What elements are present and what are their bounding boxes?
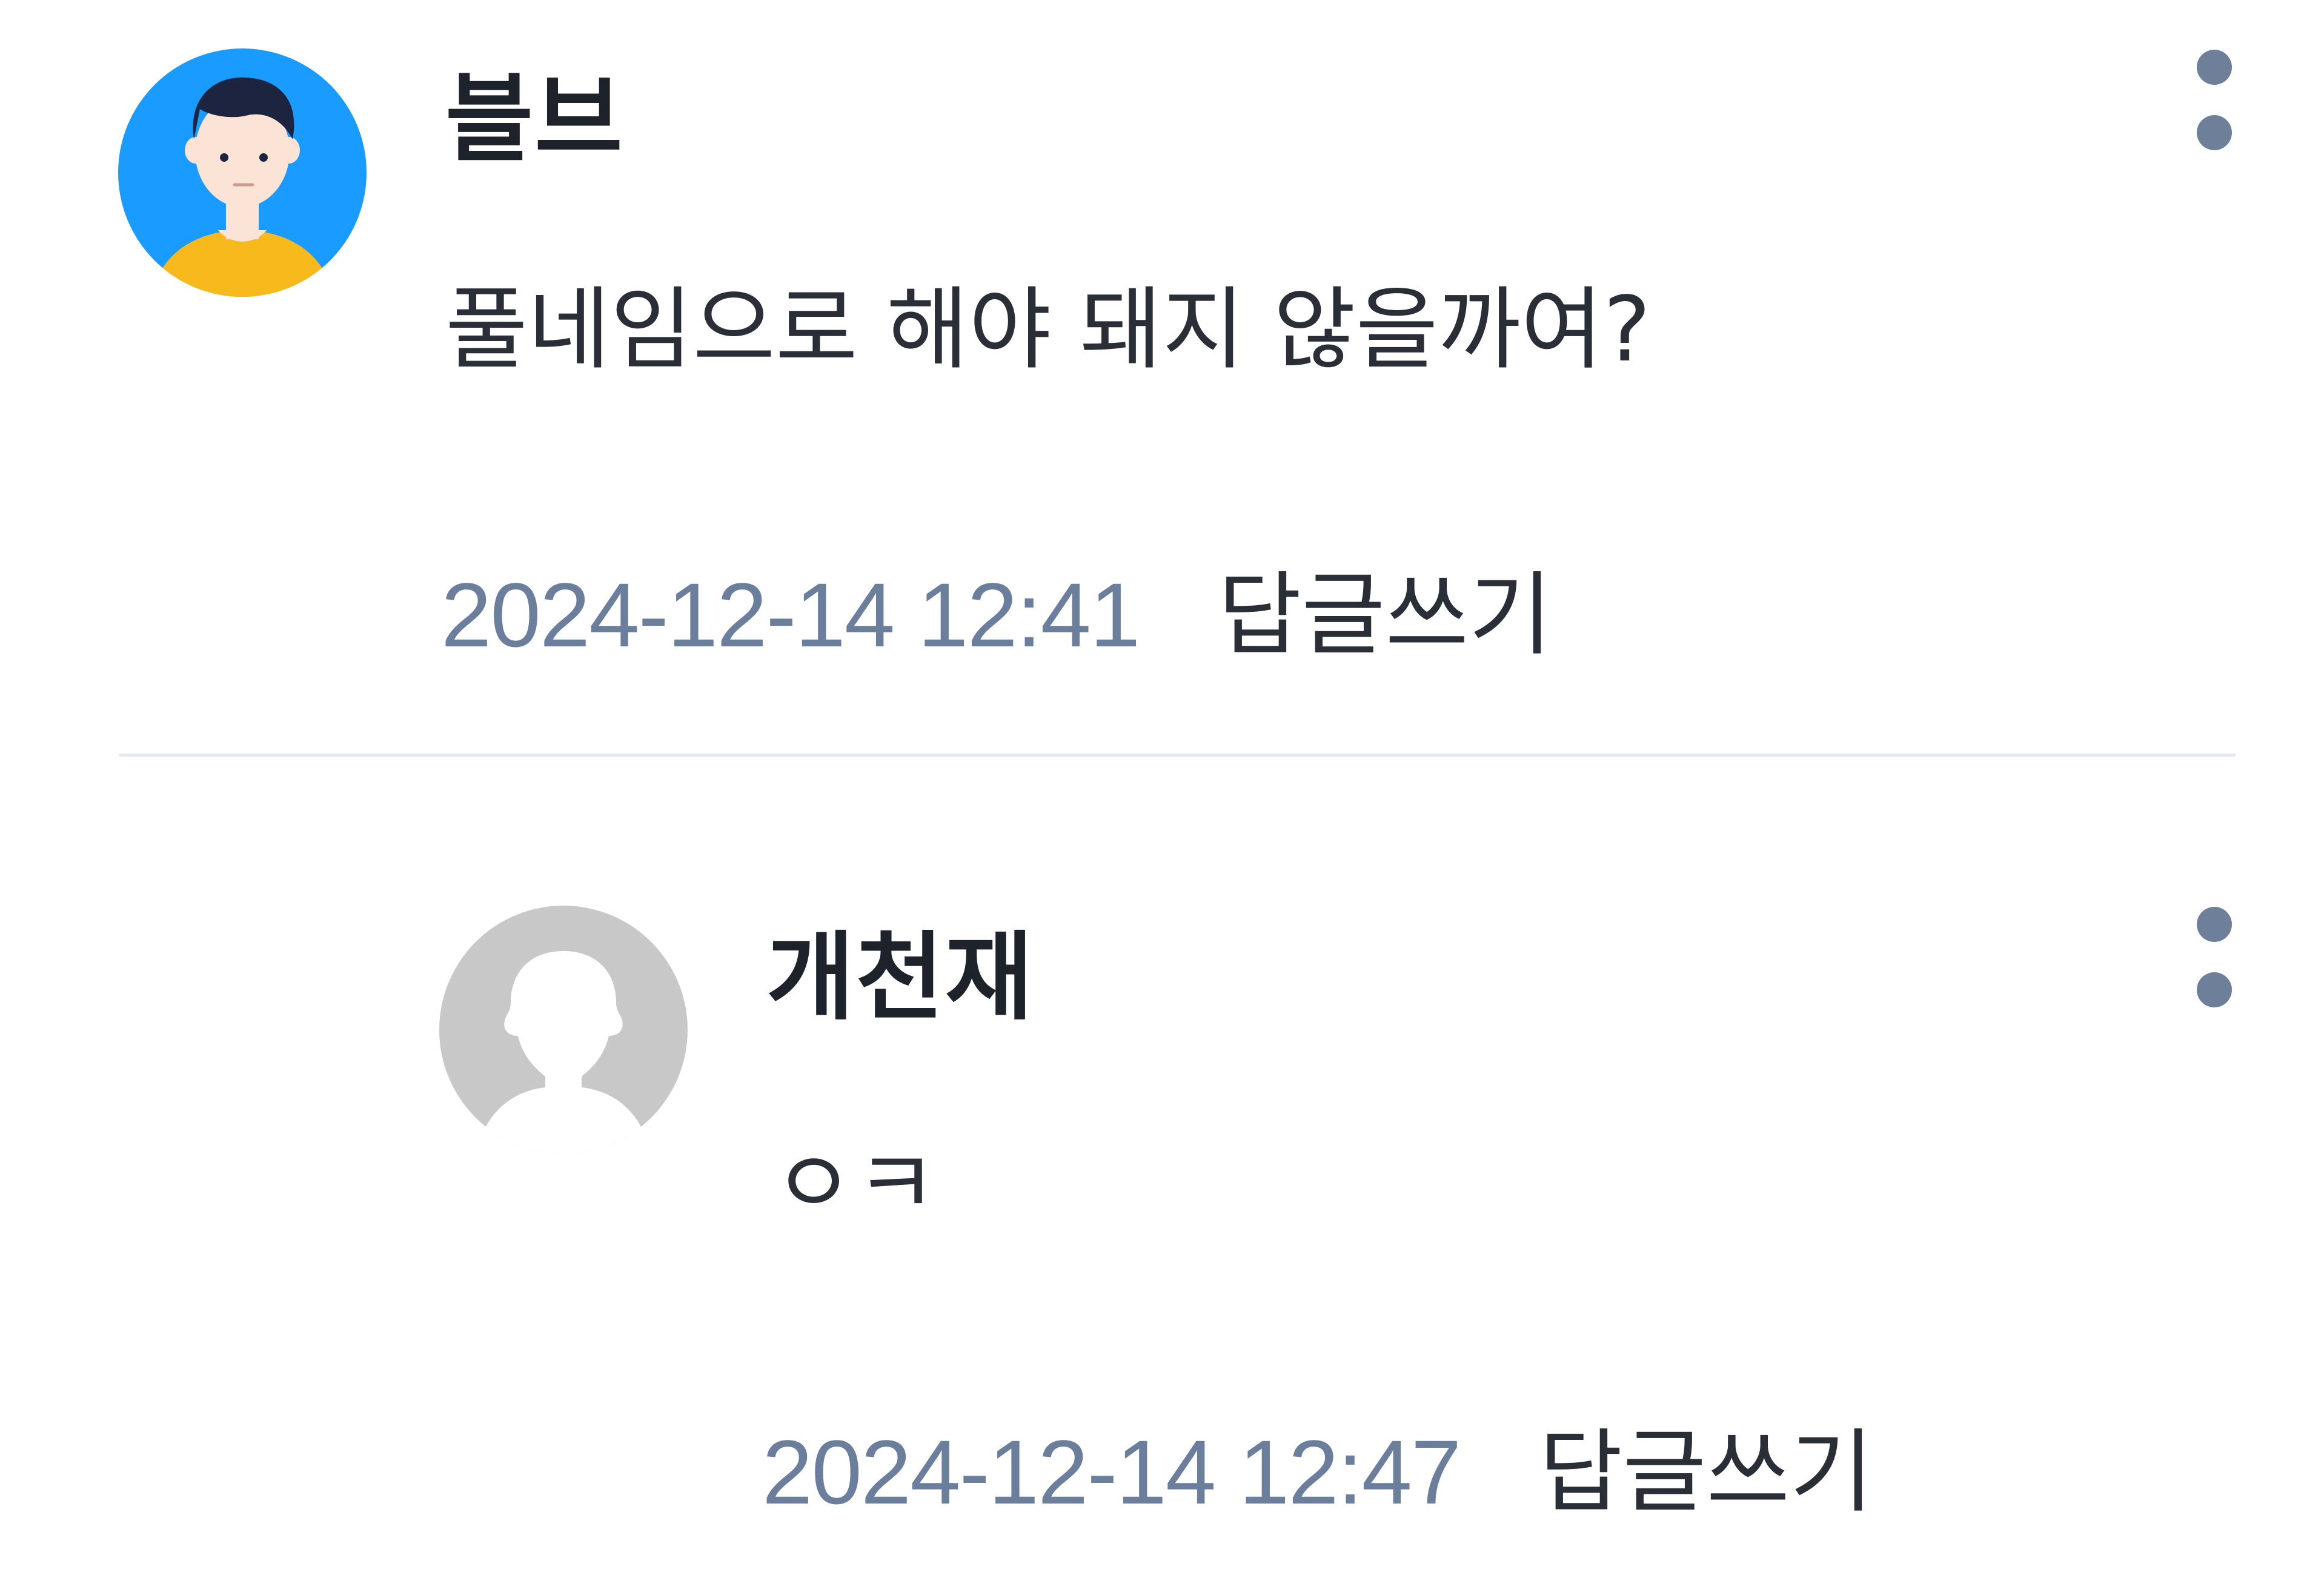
comment-timestamp: 2024-12-14 12:41	[441, 564, 1140, 666]
comment-divider	[119, 754, 2236, 757]
comment-text: ㅇㅋ	[772, 1132, 938, 1236]
comment-timestamp: 2024-12-14 12:47	[762, 1421, 1461, 1523]
more-options-icon[interactable]	[2181, 39, 2248, 161]
comment-meta: 2024-12-14 12:41 답글쓰기	[441, 569, 1552, 661]
reply-button[interactable]: 답글쓰기	[1539, 1427, 1873, 1518]
menu-dot	[2197, 115, 2232, 150]
comment-meta: 2024-12-14 12:47 답글쓰기	[762, 1427, 1873, 1518]
menu-dot	[2197, 907, 2232, 942]
menu-dot	[2197, 972, 2232, 1007]
more-options-icon[interactable]	[2181, 897, 2248, 1018]
user-avatar-icon[interactable]	[118, 48, 367, 297]
comment-author[interactable]: 개천재	[766, 930, 1034, 1026]
menu-dot	[2197, 50, 2232, 85]
comment-author[interactable]: 블브	[445, 71, 624, 167]
default-avatar-icon[interactable]	[439, 906, 688, 1154]
reply-button[interactable]: 답글쓰기	[1218, 570, 1552, 661]
comment-text: 풀네임으로 해야 돼지 않을까여?	[445, 277, 1651, 382]
